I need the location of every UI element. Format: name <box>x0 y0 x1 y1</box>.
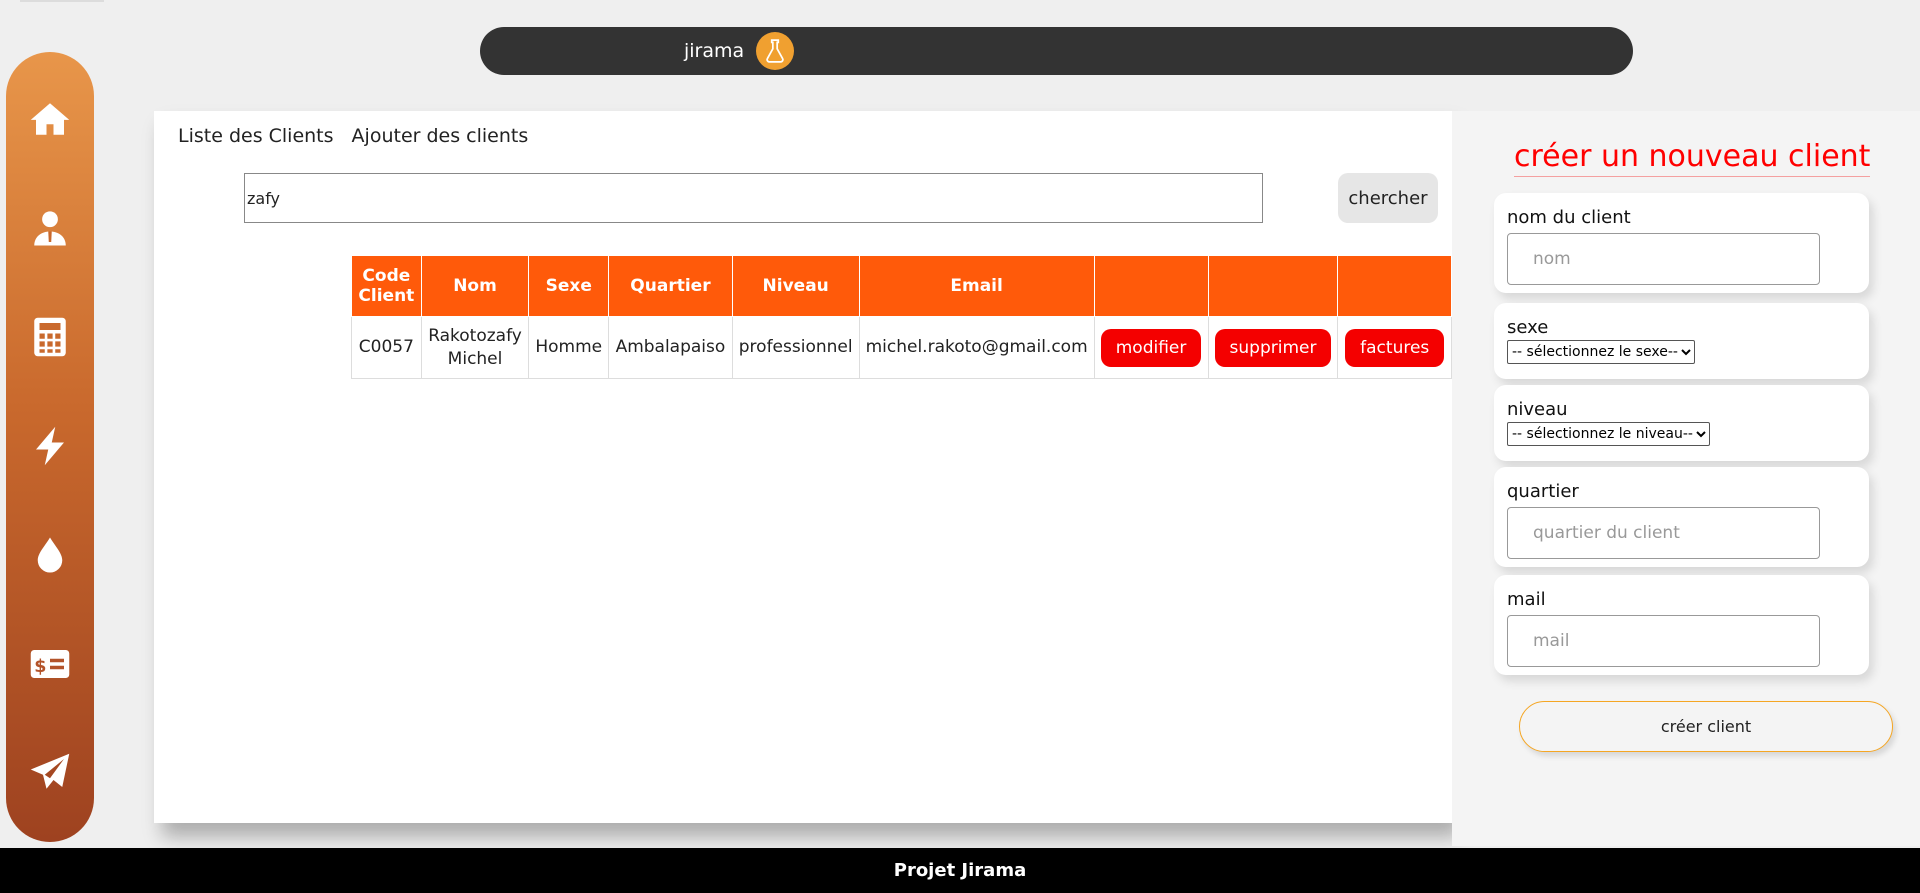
supprimer-button[interactable]: supprimer <box>1214 328 1332 367</box>
quartier-card: quartier <box>1494 467 1869 567</box>
nom-field[interactable] <box>1507 233 1820 285</box>
mail-field[interactable] <box>1507 615 1820 667</box>
tabs: Liste des Clients Ajouter des clients <box>178 125 528 147</box>
header-sexe: Sexe <box>528 255 610 317</box>
svg-text:$: $ <box>34 657 46 677</box>
sexe-label: sexe <box>1507 317 1549 338</box>
footer: Projet Jirama <box>0 848 1920 893</box>
header-action-3 <box>1337 255 1452 317</box>
header-action-1 <box>1093 255 1209 317</box>
mail-label: mail <box>1507 589 1546 610</box>
niveau-select[interactable]: -- sélectionnez le niveau-- <box>1507 422 1710 446</box>
cell-code: C0057 <box>351 316 422 379</box>
quartier-field[interactable] <box>1507 507 1820 559</box>
search-input[interactable] <box>244 173 1263 223</box>
header-code-client: Code Client <box>351 255 422 317</box>
search-button[interactable]: chercher <box>1338 173 1438 223</box>
nom-card: nom du client <box>1494 193 1869 293</box>
sexe-select[interactable]: -- sélectionnez le sexe-- <box>1507 340 1695 364</box>
cell-factures: factures <box>1337 316 1452 379</box>
cell-niveau: professionnel <box>731 316 860 379</box>
header-nom: Nom <box>420 255 530 317</box>
form-title: créer un nouveau client <box>1514 139 1871 177</box>
sexe-card: sexe -- sélectionnez le sexe-- <box>1494 303 1869 379</box>
header-niveau: Niveau <box>731 255 860 317</box>
home-icon[interactable] <box>28 98 72 140</box>
nom-label: nom du client <box>1507 207 1631 228</box>
client-list-panel: Liste des Clients Ajouter des clients ch… <box>154 111 1452 823</box>
top-bar: jirama <box>480 27 1633 75</box>
bolt-icon[interactable] <box>28 425 72 467</box>
sidebar: $ <box>6 52 94 842</box>
cell-modifier: modifier <box>1093 316 1209 379</box>
calculator-icon[interactable] <box>28 316 72 358</box>
money-bill-icon[interactable]: $ <box>28 643 72 685</box>
create-client-panel: créer un nouveau client nom du client se… <box>1452 111 1920 846</box>
table-header-row: Code Client Nom Sexe Quartier Niveau Ema… <box>351 255 1452 317</box>
quartier-label: quartier <box>1507 481 1579 502</box>
header-email: Email <box>858 255 1095 317</box>
modifier-button[interactable]: modifier <box>1100 328 1202 367</box>
mail-card: mail <box>1494 575 1869 675</box>
create-client-button[interactable]: créer client <box>1519 701 1893 752</box>
flask-icon <box>756 32 795 70</box>
cell-email: michel.rakoto@gmail.com <box>858 316 1095 379</box>
cell-sexe: Homme <box>528 316 610 379</box>
niveau-label: niveau <box>1507 399 1568 420</box>
factures-button[interactable]: factures <box>1345 328 1445 367</box>
cell-supprimer: supprimer <box>1207 316 1339 379</box>
user-tie-icon[interactable] <box>28 207 72 249</box>
header-quartier: Quartier <box>608 255 733 317</box>
corner-tab <box>20 0 104 2</box>
header-action-2 <box>1207 255 1339 317</box>
clients-table: Code Client Nom Sexe Quartier Niveau Ema… <box>351 255 1452 379</box>
cell-nom: Rakotozafy Michel <box>420 316 530 379</box>
droplet-icon[interactable] <box>28 534 72 576</box>
paper-plane-icon[interactable] <box>28 752 72 794</box>
tab-client-list[interactable]: Liste des Clients <box>178 125 334 147</box>
table-row: C0057 Rakotozafy Michel Homme Ambalapais… <box>351 316 1452 379</box>
tab-add-clients[interactable]: Ajouter des clients <box>352 125 529 147</box>
cell-quartier: Ambalapaiso <box>608 316 733 379</box>
app-title: jirama <box>684 40 745 62</box>
niveau-card: niveau -- sélectionnez le niveau-- <box>1494 385 1869 461</box>
